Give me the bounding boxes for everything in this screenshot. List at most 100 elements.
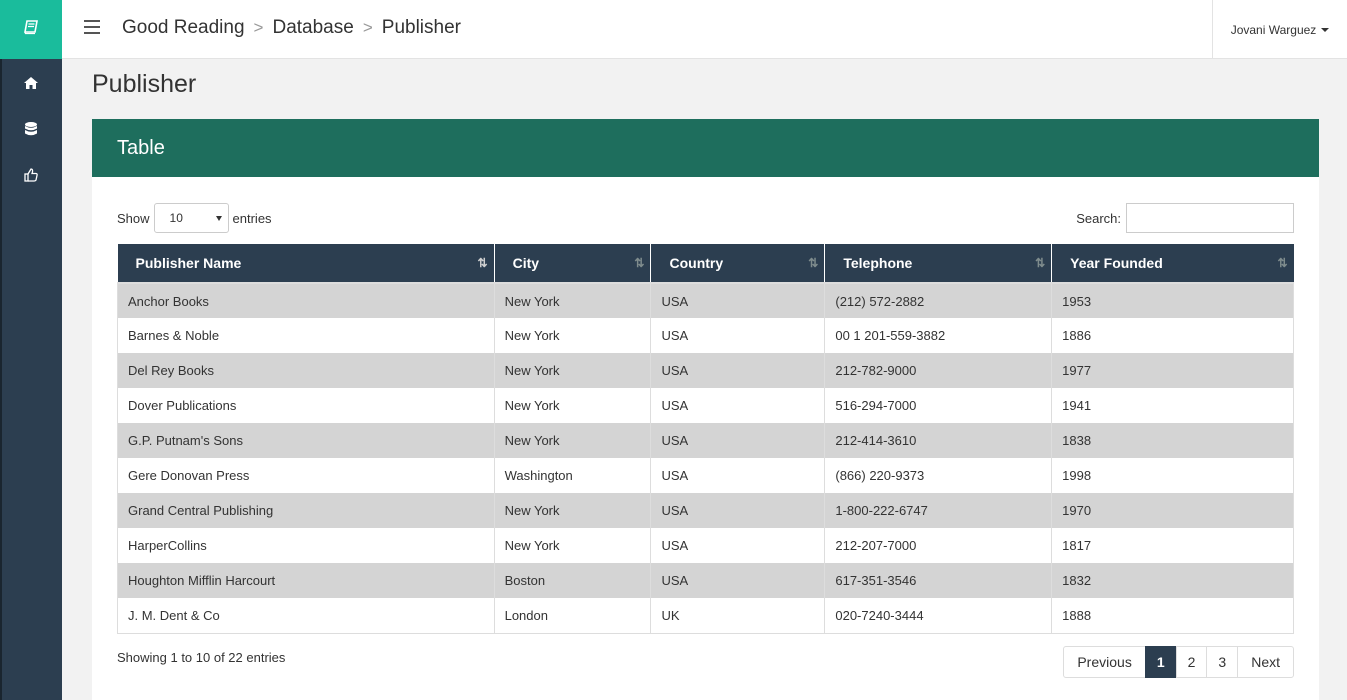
table-cell: Washington (493, 458, 651, 493)
table-cell: 212-782-9000 (824, 353, 1052, 388)
table-row[interactable]: Houghton Mifflin Harcourt Boston USA 617-35… (117, 563, 1294, 598)
table-cell: 1832 (1051, 563, 1294, 598)
table-cell: J. M. Dent & Co (117, 598, 495, 634)
table-cell: New York (493, 493, 651, 528)
table-cell: USA (650, 528, 825, 563)
table-row[interactable]: Dover Publications New York USA 516-294-700… (117, 388, 1294, 423)
table-cell: 212-414-3610 (824, 423, 1052, 458)
table-cell: 1888 (1051, 598, 1294, 634)
next-page-button[interactable]: Next (1237, 646, 1294, 678)
page-length-value: 10 (169, 211, 183, 225)
table-cell: 1970 (1051, 493, 1294, 528)
table-cell: 1998 (1051, 458, 1294, 493)
table-cell: 1817 (1051, 528, 1294, 563)
table-cell: USA (650, 353, 825, 388)
table-cell: Dover Publications (117, 388, 495, 423)
column-header-publisher-name[interactable]: Publisher Name ⇅ (117, 244, 495, 284)
table-cell: 617-351-3546 (824, 563, 1052, 598)
page-button-2[interactable]: 2 (1175, 646, 1208, 678)
table-header-row: Publisher Name ⇅ City ⇅ Country ⇅ Telephone… (117, 244, 1294, 284)
thumbs-up-icon (24, 167, 38, 187)
table-cell: USA (650, 388, 825, 423)
breadcrumb: Good Reading > Database > Publisher (122, 17, 461, 39)
column-header-country[interactable]: Country ⇅ (650, 244, 825, 284)
table-cell: New York (493, 353, 651, 388)
table-cell: USA (650, 283, 825, 318)
breadcrumb-home[interactable]: Good Reading (122, 17, 245, 39)
user-name: Jovani Warguez (1230, 22, 1317, 37)
page-title: Publisher (92, 70, 197, 98)
entries-label: entries (232, 210, 272, 226)
table-cell: USA (650, 458, 825, 493)
show-label: Show (117, 210, 150, 226)
table-cell: Grand Central Publishing (117, 493, 495, 528)
sort-icon: ⇅ (808, 256, 818, 270)
sidebar-item-database[interactable] (0, 111, 62, 151)
table-info: Showing 1 to 10 of 22 entries (117, 650, 286, 665)
dropdown-arrow-icon (215, 215, 222, 221)
sort-ascending-icon: ⇅ (477, 256, 488, 270)
table-cell: 212-207-7000 (824, 528, 1052, 563)
table-cell: UK (650, 598, 825, 634)
sidebar-item-recommendations[interactable] (0, 157, 62, 197)
table-row[interactable]: J. M. Dent & Co London UK 020-7240-3444 1888 (117, 598, 1294, 634)
database-icon (25, 121, 37, 141)
table-cell: 516-294-7000 (824, 388, 1052, 423)
table-cell: 1838 (1051, 423, 1294, 458)
table-cell: 1941 (1051, 388, 1294, 423)
table-cell: New York (493, 283, 651, 318)
sidebar-item-home[interactable] (0, 65, 62, 105)
table-row[interactable]: HarperCollins New York USA 212-207-7000 1817 (117, 528, 1294, 563)
table-row[interactable]: Gere Donovan Press Washington USA (866) 220… (117, 458, 1294, 493)
search-label: Search: (1076, 210, 1121, 226)
table-cell: 020-7240-3444 (824, 598, 1052, 634)
search-control: Search: (1076, 203, 1294, 233)
table-cell: USA (650, 563, 825, 598)
table-cell: 1-800-222-6747 (824, 493, 1052, 528)
page-button-3[interactable]: 3 (1206, 646, 1239, 678)
table-cell: Gere Donovan Press (117, 458, 495, 493)
sort-icon: ⇅ (1277, 256, 1287, 270)
page-length-select[interactable]: 10 (153, 203, 229, 233)
table-cell: New York (493, 528, 651, 563)
table-cell: 1953 (1051, 283, 1294, 318)
table-panel: Table Show 10 entries Search: Publisher … (92, 119, 1319, 700)
table-row[interactable]: Grand Central Publishing New York USA 1-800… (117, 493, 1294, 528)
column-header-city[interactable]: City ⇅ (493, 244, 651, 284)
chevron-right-icon: > (362, 18, 373, 37)
publisher-table: Publisher Name ⇅ City ⇅ Country ⇅ Telephone… (117, 244, 1294, 634)
sort-icon: ⇅ (1035, 256, 1045, 270)
table-cell: (212) 572-2882 (824, 283, 1052, 318)
table-row[interactable]: Anchor Books New York USA (212) 572-2882 195… (117, 283, 1294, 318)
table-cell: New York (493, 388, 651, 423)
previous-page-button[interactable]: Previous (1063, 646, 1146, 678)
table-row[interactable]: Barnes & Noble New York USA 00 1 201-559-38… (117, 318, 1294, 353)
table-cell: USA (650, 493, 825, 528)
column-header-telephone[interactable]: Telephone ⇅ (824, 244, 1052, 284)
table-body: Anchor Books New York USA (212) 572-2882 195… (117, 283, 1294, 634)
table-row[interactable]: Del Rey Books New York USA 212-782-9000 1977 (117, 353, 1294, 388)
user-menu[interactable]: Jovani Warguez (1212, 0, 1347, 59)
table-cell: Anchor Books (117, 283, 495, 318)
table-cell: USA (650, 423, 825, 458)
column-header-year-founded[interactable]: Year Founded ⇅ (1051, 244, 1294, 284)
breadcrumb-database[interactable]: Database (272, 17, 353, 39)
home-icon (24, 76, 38, 94)
pagination: Previous 1 2 3 Next (1063, 646, 1294, 678)
page-button-1[interactable]: 1 (1144, 646, 1177, 678)
table-row[interactable]: G.P. Putnam's Sons New York USA 212-414-361… (117, 423, 1294, 458)
table-cell: Del Rey Books (117, 353, 495, 388)
chevron-right-icon: > (253, 18, 264, 37)
top-bar: Good Reading > Database > Publisher Jova… (62, 0, 1347, 59)
table-cell: New York (493, 423, 651, 458)
search-input[interactable] (1126, 203, 1294, 233)
caret-down-icon (1321, 27, 1330, 32)
table-cell: Barnes & Noble (117, 318, 495, 353)
table-cell: Boston (493, 563, 651, 598)
sort-icon: ⇅ (634, 256, 644, 270)
table-cell: (866) 220-9373 (824, 458, 1052, 493)
book-icon (23, 19, 39, 40)
brand-logo[interactable] (0, 0, 62, 59)
menu-toggle-icon[interactable] (84, 20, 100, 34)
breadcrumb-current: Publisher (381, 17, 461, 38)
